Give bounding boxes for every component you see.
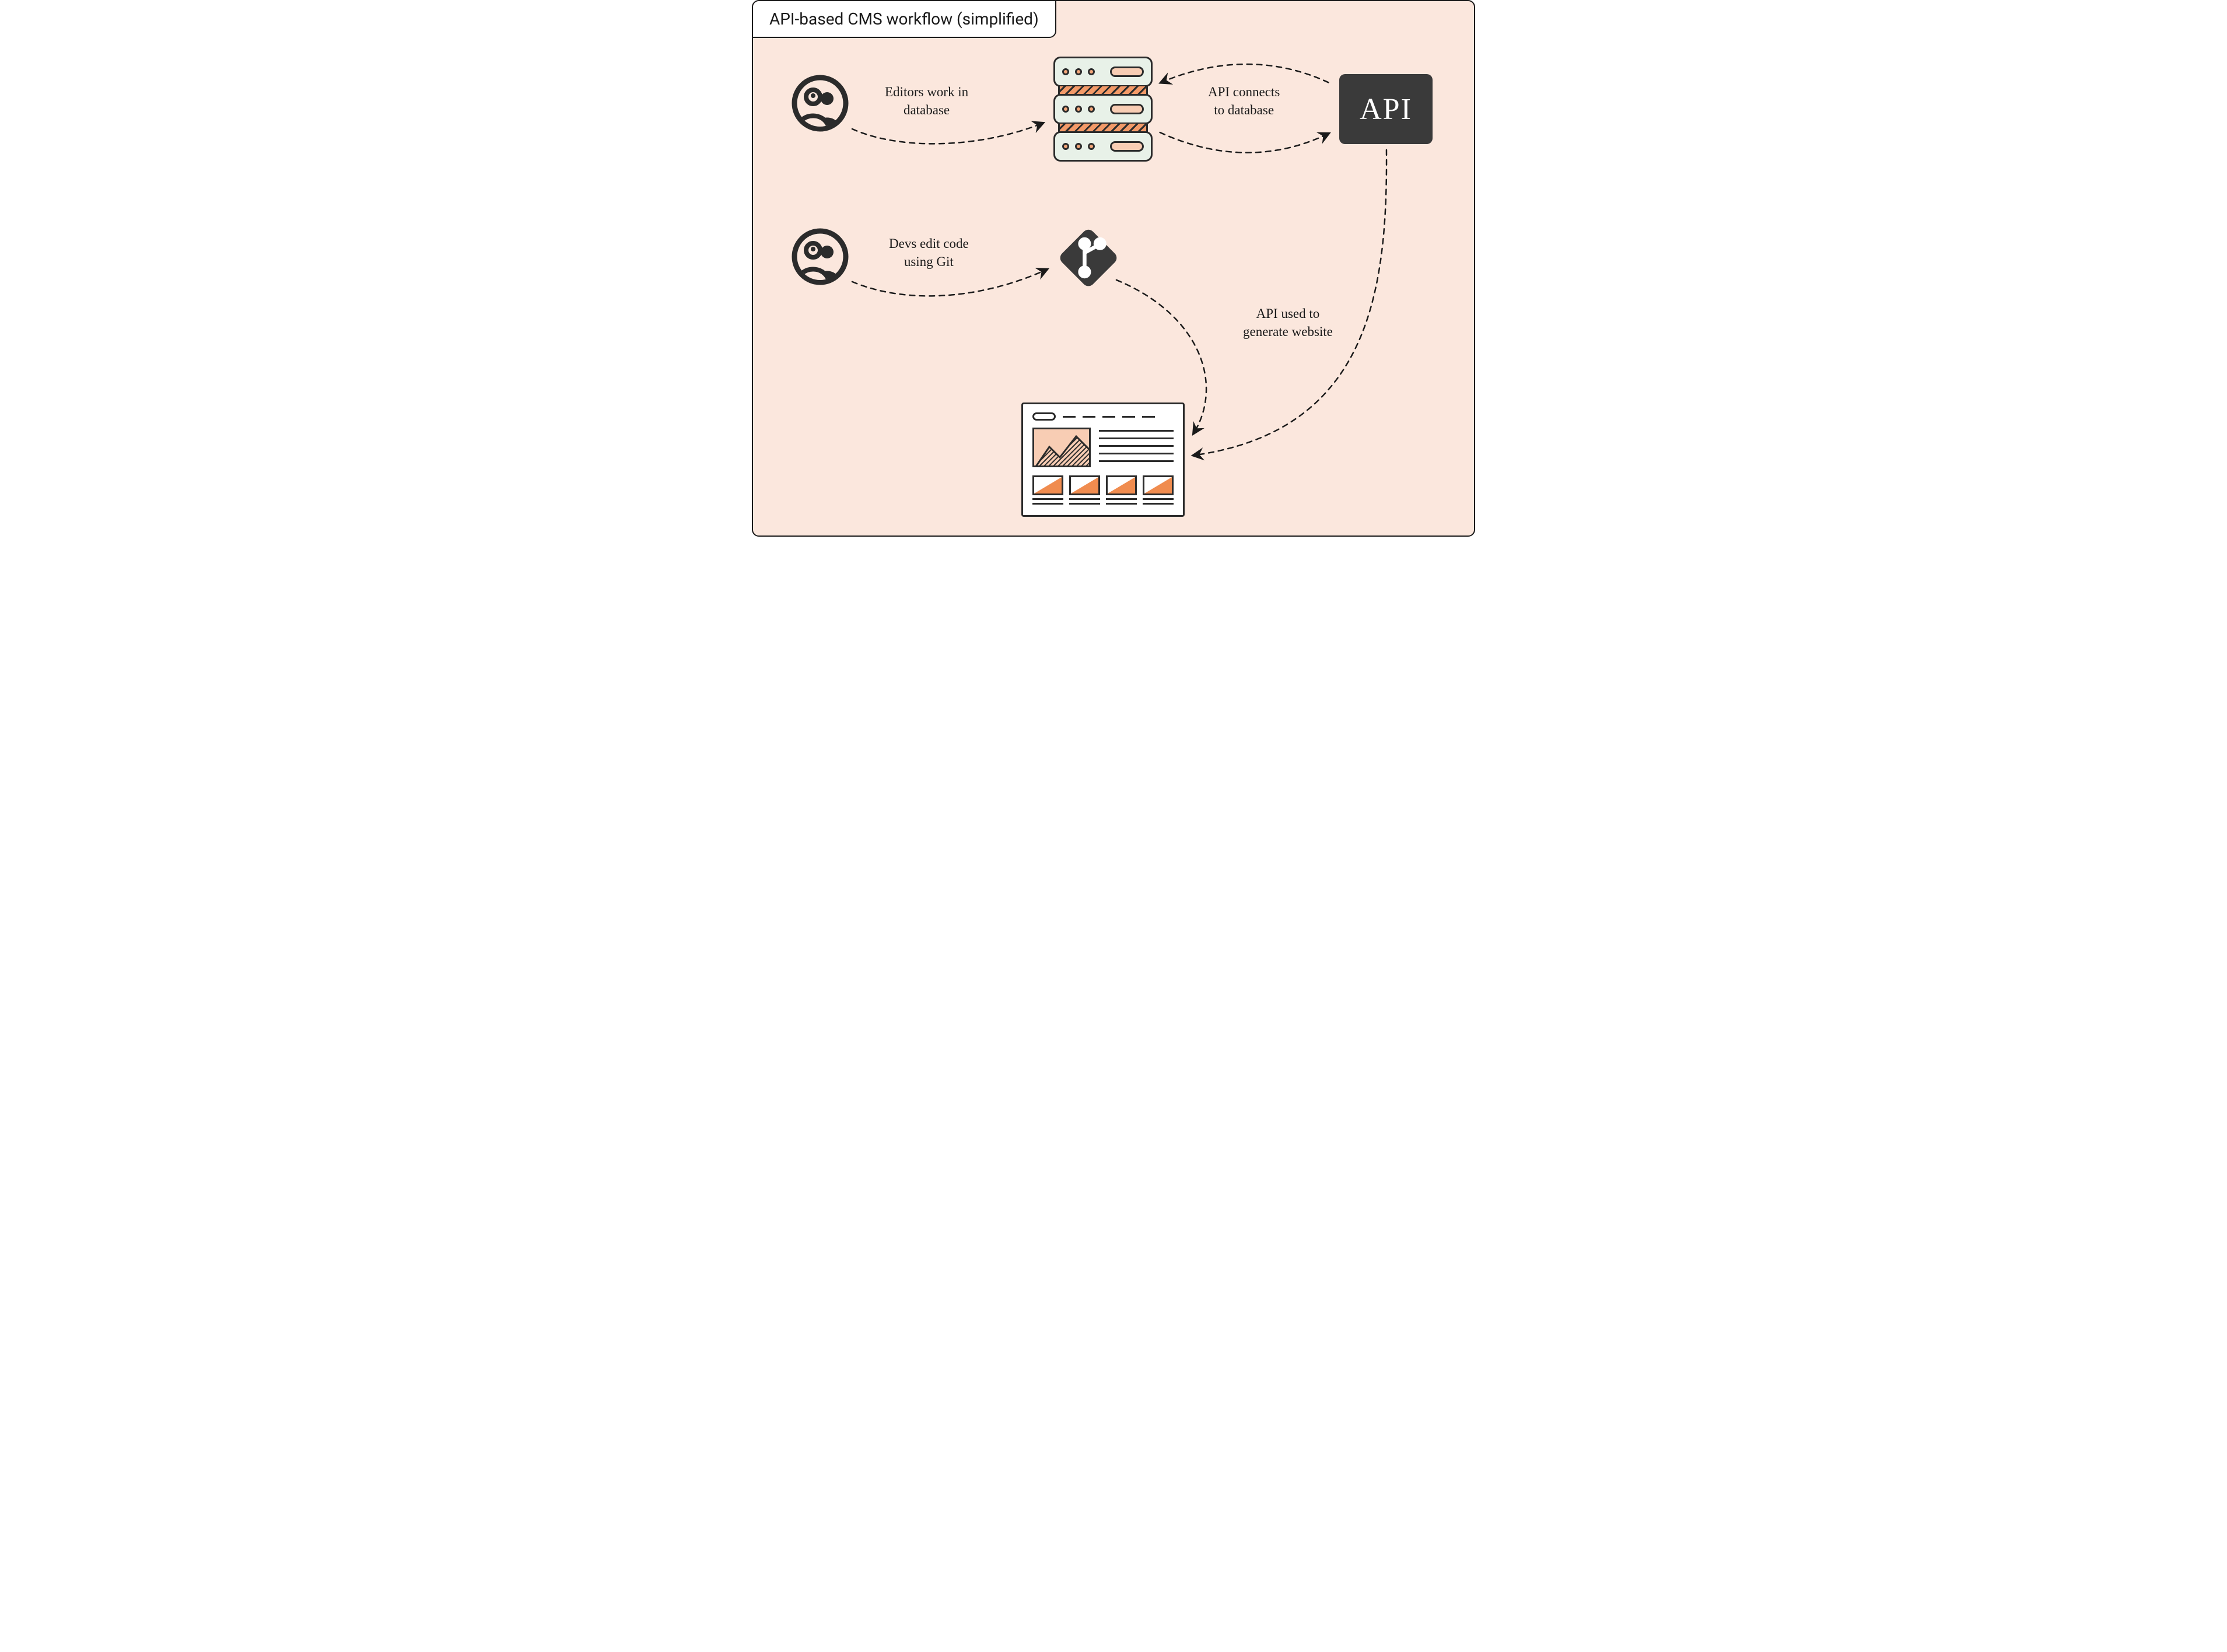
edge-label-devs-git: Devs edit code using Git (889, 235, 969, 271)
api-label: API (1360, 92, 1412, 127)
edge-label-api-db: API connects to database (1208, 83, 1280, 119)
api-node: API (1339, 74, 1433, 144)
people-icon (791, 74, 849, 132)
devs-node (791, 228, 849, 286)
edge-label-editors-db: Editors work in database (885, 83, 968, 119)
website-icon (1032, 412, 1174, 421)
git-icon (1056, 226, 1120, 290)
git-node (1056, 226, 1120, 292)
database-node (1053, 57, 1153, 162)
website-node (1021, 402, 1185, 517)
editors-node (791, 74, 849, 132)
edge-label-api-site: API used to generate website (1243, 304, 1333, 341)
diagram-canvas: API-based CMS workflow (simplified) (752, 0, 1475, 537)
server-stack-icon (1053, 57, 1153, 87)
people-icon (791, 228, 849, 286)
diagram-title: API-based CMS workflow (simplified) (752, 0, 1056, 38)
